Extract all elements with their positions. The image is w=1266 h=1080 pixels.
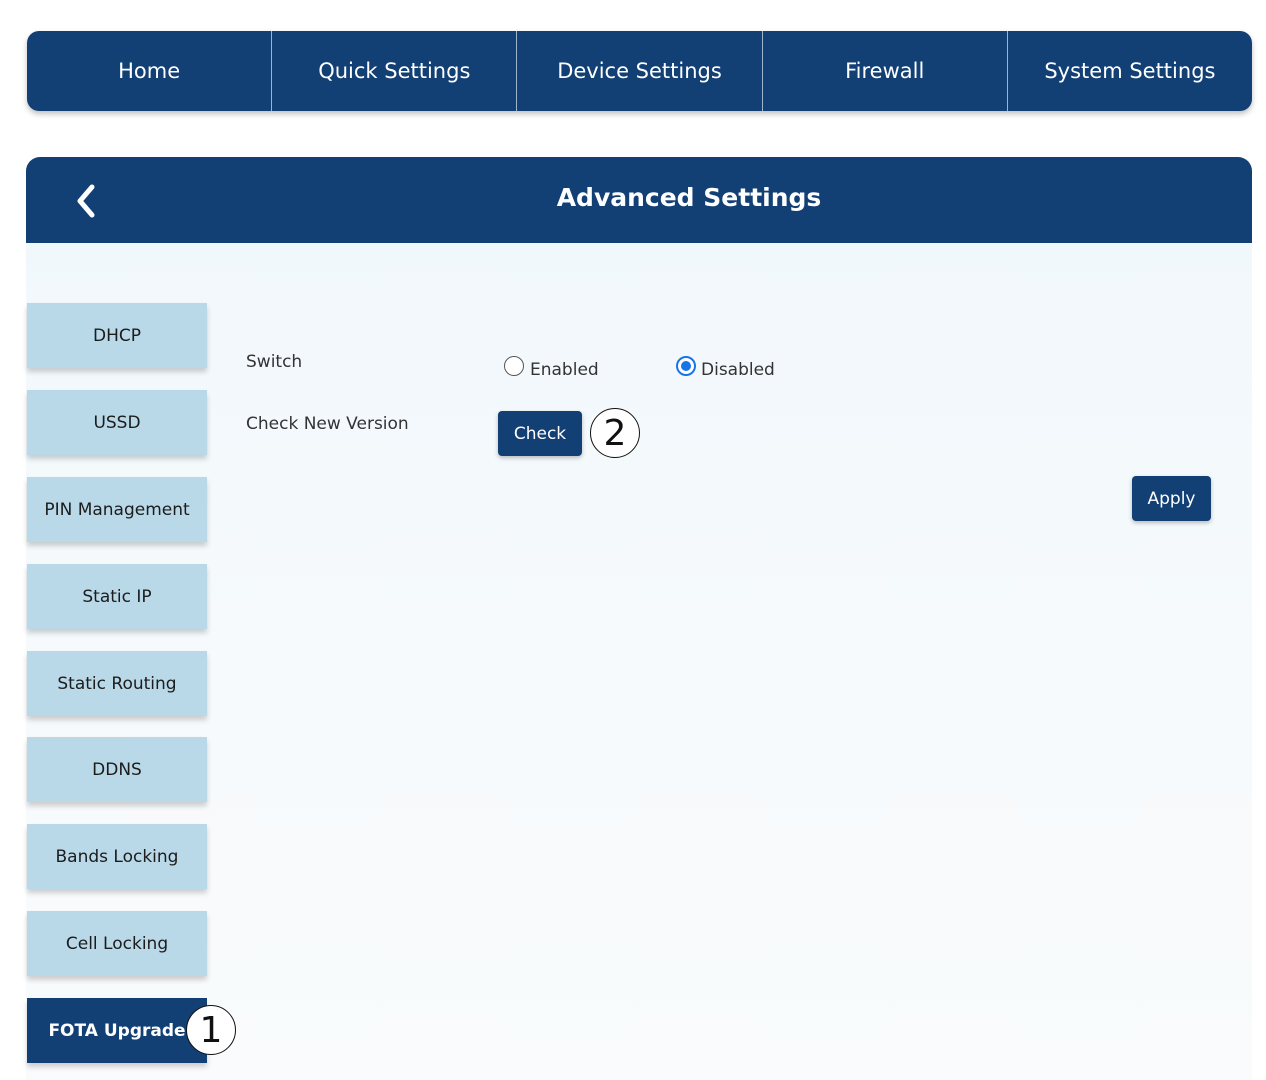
radio-disabled-label[interactable]: Disabled	[701, 360, 775, 380]
step-marker-1: 1	[186, 1005, 236, 1055]
sidebar-item-ddns[interactable]: DDNS	[27, 737, 207, 802]
switch-label: Switch	[246, 352, 303, 372]
step-marker-2: 2	[590, 408, 640, 458]
nav-quick-settings[interactable]: Quick Settings	[272, 31, 518, 111]
nav-device-settings[interactable]: Device Settings	[517, 31, 763, 111]
page-title: Advanced Settings	[556, 183, 822, 212]
sidebar-item-cell-locking[interactable]: Cell Locking	[27, 911, 207, 976]
check-button[interactable]: Check	[498, 411, 582, 456]
nav-system-settings[interactable]: System Settings	[1008, 31, 1252, 111]
sidebar-item-static-ip[interactable]: Static IP	[27, 564, 207, 629]
apply-button[interactable]: Apply	[1132, 476, 1211, 521]
check-version-label: Check New Version	[246, 414, 409, 434]
sidebar-item-fota-upgrade[interactable]: FOTA Upgrade	[27, 998, 207, 1063]
radio-disabled[interactable]	[676, 356, 696, 376]
radio-enabled[interactable]	[504, 356, 524, 376]
nav-home[interactable]: Home	[27, 31, 273, 111]
sidebar-item-pin-management[interactable]: PIN Management	[27, 477, 207, 542]
nav-firewall[interactable]: Firewall	[763, 31, 1008, 111]
page-header: Advanced Settings	[26, 157, 1252, 243]
sidebar-item-bands-locking[interactable]: Bands Locking	[27, 824, 207, 889]
radio-enabled-label[interactable]: Enabled	[530, 360, 599, 380]
content-panel: DHCP USSD PIN Management Static IP Stati…	[26, 243, 1252, 1080]
sidebar-item-ussd[interactable]: USSD	[27, 390, 207, 455]
sidebar-item-static-routing[interactable]: Static Routing	[27, 651, 207, 716]
sidebar-item-dhcp[interactable]: DHCP	[27, 303, 207, 368]
top-navigation: Home Quick Settings Device Settings Fire…	[27, 31, 1252, 111]
